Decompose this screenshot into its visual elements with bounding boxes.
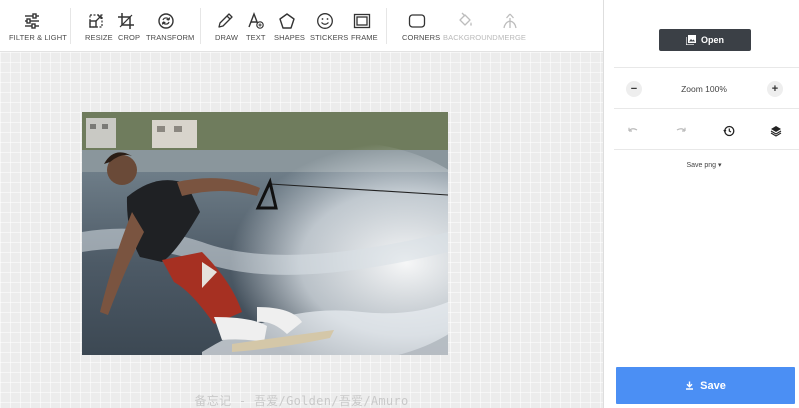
side-panel: Open − Zoom 100% + Save png ▾ Save xyxy=(603,0,799,408)
zoom-indicator: Zoom 100% xyxy=(664,84,744,94)
tool-resize[interactable]: RESIZE xyxy=(80,0,113,52)
tool-background[interactable]: BACKGROUND xyxy=(440,0,498,52)
sliders-icon xyxy=(23,12,41,30)
editable-photo[interactable] xyxy=(82,112,448,355)
tool-label: RESIZE xyxy=(85,33,113,42)
open-button[interactable]: Open xyxy=(659,29,751,51)
history-icon xyxy=(723,125,735,137)
tool-label: BACKGROUND xyxy=(443,33,498,42)
layers-icon xyxy=(770,125,782,137)
tool-text[interactable]: TEXT xyxy=(240,0,270,52)
layers-button[interactable] xyxy=(769,124,783,138)
watermark-text: 备忘记 - 吾爱/Golden/吾爱/Amuro xyxy=(194,394,409,408)
tool-frame[interactable]: FRAME xyxy=(346,0,378,52)
save-button-label: Save xyxy=(700,379,726,392)
divider xyxy=(386,8,387,44)
tool-label: FRAME xyxy=(351,33,378,42)
history-button[interactable] xyxy=(722,124,736,138)
zoom-value: 100% xyxy=(705,84,727,94)
tool-filter-light[interactable]: FILTER & LIGHT xyxy=(0,0,67,52)
tool-transform[interactable]: TRANSFORM xyxy=(140,0,195,52)
save-button[interactable]: Save xyxy=(616,367,795,404)
rounded-rect-icon xyxy=(408,12,426,30)
zoom-out-button[interactable]: − xyxy=(626,81,642,97)
tool-label: TRANSFORM xyxy=(146,33,195,42)
divider xyxy=(614,108,799,109)
pencil-icon xyxy=(216,12,234,30)
tool-crop[interactable]: CROP xyxy=(112,0,140,52)
tool-label: STICKERS xyxy=(310,33,349,42)
tool-corners[interactable]: CORNERS xyxy=(396,0,441,52)
download-icon xyxy=(685,381,694,390)
crop-icon xyxy=(117,12,135,30)
divider xyxy=(614,149,799,150)
smiley-icon xyxy=(316,12,334,30)
rotate-icon xyxy=(157,12,175,30)
tool-stickers[interactable]: STICKERS xyxy=(306,0,348,52)
divider xyxy=(70,8,71,44)
redo-icon xyxy=(675,125,687,137)
redo-button[interactable] xyxy=(674,124,688,138)
tool-label: CROP xyxy=(118,33,141,42)
tool-label: CORNERS xyxy=(402,33,441,42)
open-button-label: Open xyxy=(700,35,724,45)
tool-label: MERGE xyxy=(498,33,527,42)
tool-label: DRAW xyxy=(215,33,239,42)
tool-merge[interactable]: MERGE xyxy=(492,0,528,52)
toolbar: FILTER & LIGHT RESIZE CROP TRANSFORM DRA… xyxy=(0,0,603,52)
undo-button[interactable] xyxy=(626,124,640,138)
tool-label: FILTER & LIGHT xyxy=(9,33,67,42)
zoom-label: Zoom xyxy=(681,84,703,94)
divider xyxy=(200,8,201,44)
zoom-in-button[interactable]: + xyxy=(767,81,783,97)
paint-bucket-icon xyxy=(456,12,474,30)
tool-label: TEXT xyxy=(246,33,266,42)
undo-icon xyxy=(627,125,639,137)
tool-shapes[interactable]: SHAPES xyxy=(270,0,306,52)
frame-icon xyxy=(353,12,371,30)
tool-label: SHAPES xyxy=(274,33,306,42)
save-format-dropdown[interactable]: Save png ▾ xyxy=(664,161,744,169)
image-icon xyxy=(685,35,696,45)
tool-draw[interactable]: DRAW xyxy=(210,0,240,52)
text-icon xyxy=(247,12,265,30)
resize-icon xyxy=(87,12,105,30)
divider xyxy=(614,67,799,68)
pentagon-icon xyxy=(278,12,296,30)
merge-icon xyxy=(501,12,519,30)
